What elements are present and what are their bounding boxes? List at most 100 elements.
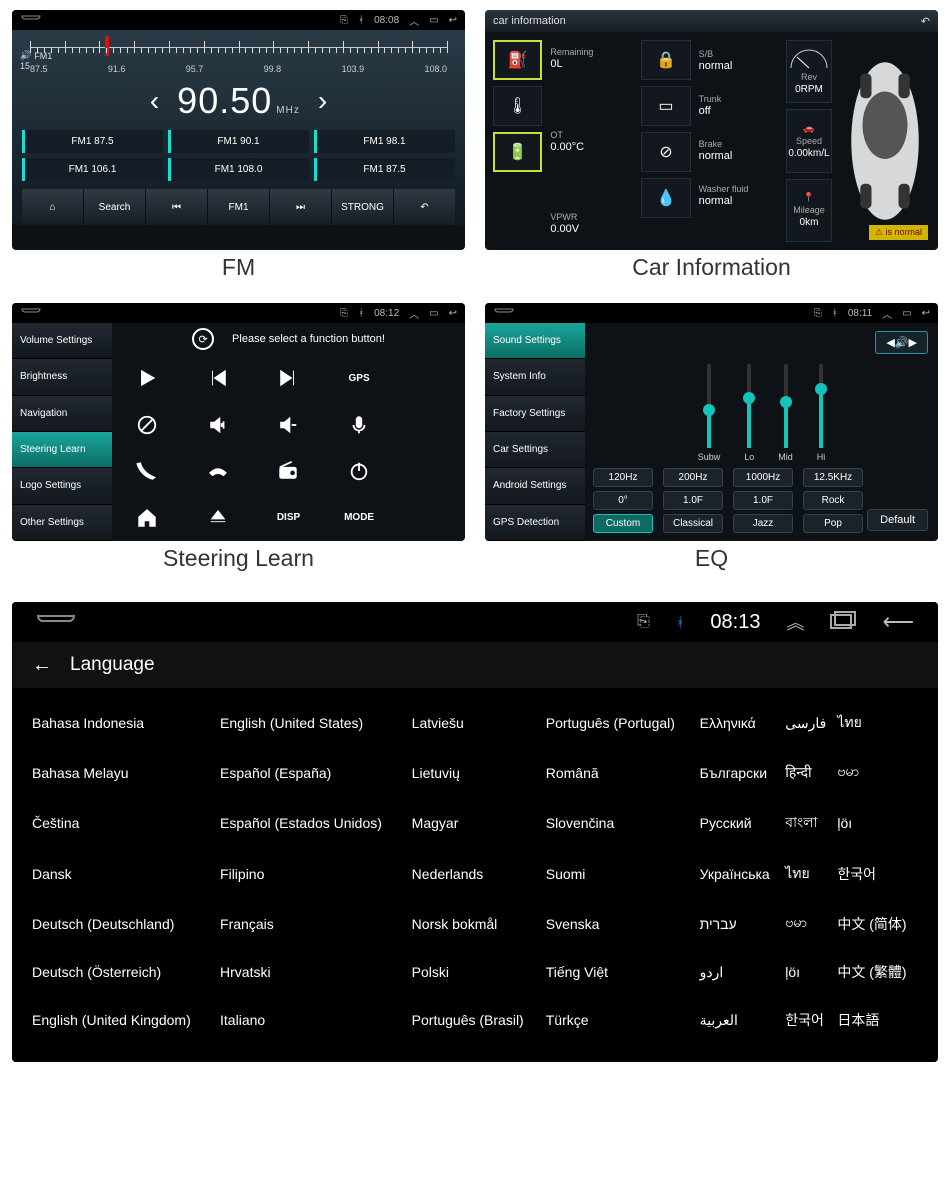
up-icon[interactable]: ︽	[786, 609, 804, 635]
eject-icon[interactable]	[183, 495, 254, 542]
eq-chip[interactable]: Pop	[803, 514, 863, 533]
eq-chip[interactable]: 200Hz	[663, 468, 723, 487]
language-option[interactable]: اردو	[698, 948, 784, 996]
home-icon[interactable]	[112, 495, 183, 542]
eq-slider[interactable]	[784, 364, 788, 448]
eq-chip[interactable]: 1000Hz	[733, 468, 793, 487]
next-icon[interactable]	[253, 355, 324, 402]
language-option[interactable]: Hrvatski	[218, 948, 410, 996]
mode-button[interactable]: MODE	[324, 495, 395, 542]
preset-button[interactable]: FM1 98.1	[314, 130, 455, 153]
refresh-icon[interactable]: ⟳	[192, 328, 214, 350]
call-icon[interactable]	[112, 448, 183, 495]
prev-icon[interactable]	[183, 355, 254, 402]
eq-slider[interactable]	[819, 364, 823, 448]
search-button[interactable]: Search	[84, 189, 146, 225]
language-option[interactable]: Ελληνικά	[698, 698, 784, 748]
language-option[interactable]: ļöı	[783, 948, 835, 996]
back-arrow-icon[interactable]: ←	[32, 654, 52, 677]
sidebar-item[interactable]: Brightness	[12, 359, 112, 395]
recent-icon[interactable]: ▭	[429, 15, 438, 26]
up-icon[interactable]: ︿	[409, 13, 419, 28]
preset-button[interactable]: FM1 106.1	[22, 158, 163, 181]
sidebar-item[interactable]: Volume Settings	[12, 323, 112, 359]
language-option[interactable]: Русский	[698, 797, 784, 849]
language-option[interactable]: Italiano	[218, 996, 410, 1044]
return-button[interactable]: ↶	[394, 189, 455, 225]
language-option[interactable]: Norsk bokmål	[410, 899, 544, 948]
language-option[interactable]: ไทย	[835, 698, 920, 748]
language-option[interactable]: English (United Kingdom)	[30, 996, 218, 1044]
language-option[interactable]: Slovenčina	[544, 797, 698, 849]
language-option[interactable]: 日本語	[835, 996, 920, 1044]
radio-icon[interactable]	[253, 448, 324, 495]
vol-down-icon[interactable]	[253, 402, 324, 449]
language-option[interactable]: Filipino	[218, 849, 410, 899]
band-button[interactable]: FM1	[208, 189, 270, 225]
scan-button[interactable]: STRONG	[332, 189, 394, 225]
preset-button[interactable]: FM1 87.5	[22, 130, 163, 153]
sidebar-item[interactable]: System Info	[485, 359, 585, 395]
language-option[interactable]: Tiếng Việt	[544, 948, 698, 996]
sidebar-item[interactable]: Logo Settings	[12, 468, 112, 504]
language-option[interactable]: Bahasa Melayu	[30, 748, 218, 797]
sidebar-item[interactable]: Android Settings	[485, 468, 585, 504]
tune-down-button[interactable]: ‹	[150, 85, 159, 117]
sidebar-item[interactable]: Sound Settings	[485, 323, 585, 359]
language-option[interactable]: ဗမာ	[783, 899, 835, 948]
language-option[interactable]: Deutsch (Deutschland)	[30, 899, 218, 948]
sidebar-item[interactable]: Navigation	[12, 396, 112, 432]
language-option[interactable]: 中文 (简体)	[835, 899, 920, 948]
preset-button[interactable]: FM1 90.1	[168, 130, 309, 153]
language-option[interactable]: हिन्दी	[783, 748, 835, 797]
recent-icon[interactable]	[830, 611, 856, 634]
back-icon[interactable]: ⟵	[882, 609, 914, 635]
gps-button[interactable]: GPS	[324, 355, 395, 402]
language-option[interactable]: Deutsch (Österreich)	[30, 948, 218, 996]
eq-chip[interactable]: Classical	[663, 514, 723, 533]
seek-prev-button[interactable]: ⏮	[146, 189, 208, 225]
play-icon[interactable]	[112, 355, 183, 402]
mic-icon[interactable]	[324, 402, 395, 449]
preset-button[interactable]: FM1 87.5	[314, 158, 455, 181]
sidebar-item[interactable]: GPS Detection	[485, 505, 585, 541]
eq-chip[interactable]: Custom	[593, 514, 653, 533]
disp-button[interactable]: DISP	[253, 495, 324, 542]
eq-chip[interactable]: 0°	[593, 491, 653, 510]
eq-chip[interactable]: Jazz	[733, 514, 793, 533]
language-option[interactable]: Čeština	[30, 797, 218, 849]
language-option[interactable]: עברית	[698, 899, 784, 948]
sidebar-item[interactable]: Car Settings	[485, 432, 585, 468]
language-option[interactable]: English (United States)	[218, 698, 410, 748]
hangup-icon[interactable]	[183, 448, 254, 495]
language-option[interactable]: العربية	[698, 996, 784, 1044]
back-icon[interactable]: ↩	[449, 15, 457, 26]
mute-icon[interactable]	[112, 402, 183, 449]
fm-ruler[interactable]	[30, 38, 447, 64]
eq-chip[interactable]: 1.0F	[733, 491, 793, 510]
eq-chip[interactable]: 1.0F	[663, 491, 723, 510]
tune-up-button[interactable]: ›	[318, 85, 327, 117]
language-option[interactable]: Magyar	[410, 797, 544, 849]
language-option[interactable]: Svenska	[544, 899, 698, 948]
language-option[interactable]: Türkçe	[544, 996, 698, 1044]
eq-slider[interactable]	[747, 364, 751, 448]
language-option[interactable]: 한국어	[835, 849, 920, 899]
language-option[interactable]: Polski	[410, 948, 544, 996]
language-option[interactable]: ဗမာ	[835, 748, 920, 797]
sidebar-item[interactable]: Factory Settings	[485, 396, 585, 432]
language-option[interactable]: Dansk	[30, 849, 218, 899]
language-option[interactable]: Español (Estados Unidos)	[218, 797, 410, 849]
language-option[interactable]: বাংলা	[783, 797, 835, 849]
preset-button[interactable]: FM1 108.0	[168, 158, 309, 181]
eq-chip[interactable]: 12.5KHz	[803, 468, 863, 487]
vol-up-icon[interactable]	[183, 402, 254, 449]
language-option[interactable]: Suomi	[544, 849, 698, 899]
language-option[interactable]: Português (Portugal)	[544, 698, 698, 748]
language-option[interactable]: 한국어	[783, 996, 835, 1044]
language-option[interactable]: Français	[218, 899, 410, 948]
language-option[interactable]: Lietuvių	[410, 748, 544, 797]
power-icon[interactable]	[324, 448, 395, 495]
language-option[interactable]: Latviešu	[410, 698, 544, 748]
language-option[interactable]: فارسی	[783, 698, 835, 748]
